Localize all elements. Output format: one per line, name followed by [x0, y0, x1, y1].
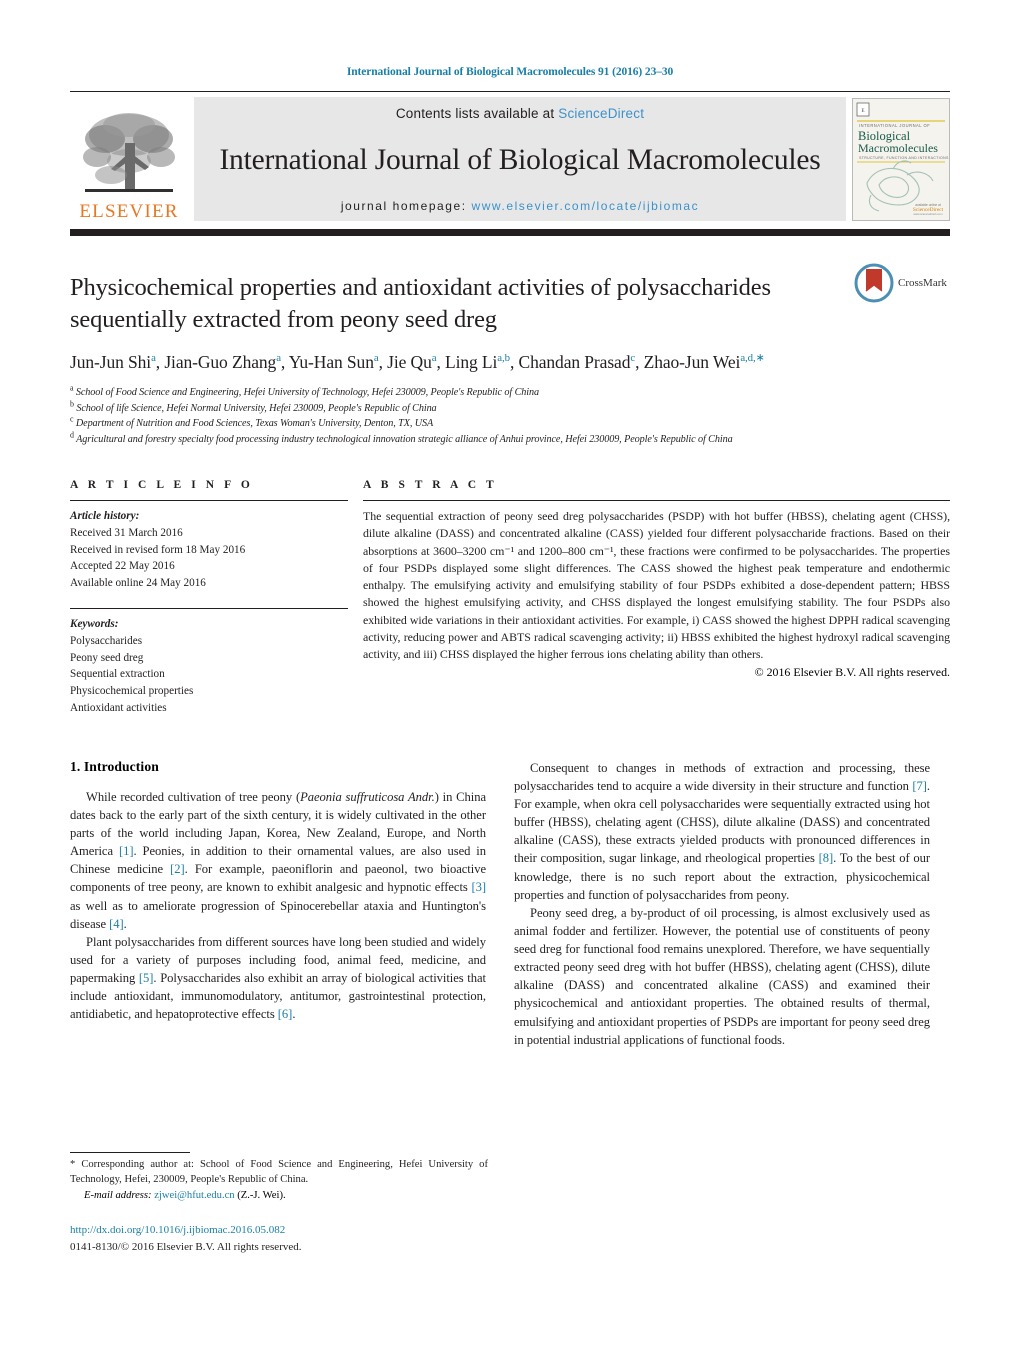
svg-text:STRUCTURE, FUNCTION AND INTERA: STRUCTURE, FUNCTION AND INTERACTIONS	[859, 156, 949, 160]
homepage-prefix: journal homepage:	[340, 199, 472, 213]
elsevier-wordmark: ELSEVIER	[79, 201, 179, 222]
email-line: E-mail address: zjwei@hfut.edu.cn (Z.-J.…	[70, 1190, 488, 1201]
article-info-column: A R T I C L E I N F O Article history: R…	[70, 479, 356, 717]
affiliation-item: d Agricultural and forestry specialty fo…	[70, 430, 733, 445]
abstract-text: The sequential extraction of peony seed …	[363, 509, 950, 662]
footnote-rule	[70, 1152, 190, 1153]
affiliation-item: c Department of Nutrition and Food Scien…	[70, 414, 434, 430]
body-paragraph: Consequent to changes in methods of extr…	[514, 760, 930, 902]
crossmark-badge[interactable]: CrossMark	[854, 260, 950, 306]
section-heading-introduction: 1. Introduction	[70, 758, 159, 774]
email-suffix: (Z.-J. Wei).	[237, 1189, 286, 1201]
title-block: Physicochemical properties and antioxida…	[70, 263, 950, 447]
journal-title: International Journal of Biological Macr…	[219, 143, 821, 176]
journal-homepage-link[interactable]: www.elsevier.com/locate/ijbiomac	[471, 199, 699, 213]
keywords-label: Keywords:	[70, 618, 119, 631]
crossmark-icon	[854, 263, 894, 303]
journal-header-box: Contents lists available at ScienceDirec…	[194, 97, 846, 221]
body-column-left: 1. Introduction While recorded cultivati…	[70, 759, 486, 1049]
abstract-copyright: © 2016 Elsevier B.V. All rights reserved…	[754, 665, 950, 680]
masthead-bottom-rule	[70, 229, 950, 236]
article-history-item: Received in revised form 18 May 2016	[70, 543, 246, 556]
page-title: Physicochemical properties and antioxida…	[70, 274, 771, 334]
elsevier-tree-icon	[83, 113, 175, 192]
article-history-item: Available online 24 May 2016	[70, 577, 206, 590]
svg-text:INTERNATIONAL JOURNAL OF: INTERNATIONAL JOURNAL OF	[859, 123, 930, 128]
affiliation-item: a School of Food Science and Engineering…	[70, 383, 539, 399]
keyword-item: Polysaccharides	[70, 634, 143, 647]
article-history-item: Received 31 March 2016	[70, 526, 183, 539]
email-label: E-mail address:	[84, 1189, 152, 1201]
body-paragraph: Plant polysaccharides from different sou…	[70, 934, 486, 1022]
affiliation-list: a School of Food Science and Engineering…	[70, 383, 950, 447]
info-abstract-row: A R T I C L E I N F O Article history: R…	[70, 479, 950, 717]
abstract-rule	[363, 500, 950, 502]
doi-block: http://dx.doi.org/10.1016/j.ijbiomac.201…	[70, 1222, 302, 1255]
left-paragraphs: While recorded cultivation of tree peony…	[70, 788, 486, 1024]
keywords-block: Keywords: Polysaccharides Peony seed dreg…	[70, 608, 348, 717]
keywords-items: Polysaccharides Peony seed dreg Sequential…	[70, 633, 348, 717]
keyword-item: Physicochemical properties	[70, 685, 194, 698]
paper-page: International Journal of Biological Macr…	[0, 0, 1020, 1351]
keywords-rule	[70, 608, 348, 610]
article-history-block: Article history: Received 31 March 2016 R…	[70, 508, 348, 592]
journal-homepage-line: journal homepage: www.elsevier.com/locat…	[341, 199, 699, 213]
affiliation-item: b School of life Science, Hefei Normal U…	[70, 399, 437, 414]
keyword-item: Sequential extraction	[70, 668, 165, 681]
doi-link[interactable]: http://dx.doi.org/10.1016/j.ijbiomac.201…	[70, 1222, 302, 1239]
crossmark-label: CrossMark	[898, 277, 947, 289]
corresponding-author-footnote: * Corresponding author at: School of Foo…	[70, 1152, 488, 1201]
svg-text:E: E	[861, 109, 864, 114]
elsevier-logo: ELSEVIER	[70, 96, 188, 223]
body-paragraph: Peony seed dreg, a by-product of oil pro…	[514, 905, 931, 1047]
corresponding-author-note: * Corresponding author at: School of Foo…	[70, 1159, 488, 1186]
body-columns: 1. Introduction While recorded cultivati…	[70, 759, 950, 1049]
running-head: International Journal of Biological Macr…	[346, 66, 674, 78]
body-column-right: Consequent to changes in methods of extr…	[514, 759, 930, 1049]
abstract-heading: A B S T R A C T	[363, 479, 498, 492]
contents-available-line: Contents lists available at ScienceDirec…	[396, 106, 644, 121]
keyword-item: Peony seed dreg	[70, 651, 144, 664]
contents-prefix: Contents lists available at	[395, 106, 559, 121]
article-history-items: Received 31 March 2016 Received in revise…	[70, 525, 348, 592]
body-paragraph: While recorded cultivation of tree peony…	[70, 789, 487, 931]
abstract-column: A B S T R A C T The sequential extractio…	[356, 479, 950, 717]
article-info-heading: A R T I C L E I N F O	[70, 479, 254, 492]
author-list: Jun-Jun Shia, Jian-Guo Zhanga, Yu-Han Su…	[70, 351, 765, 372]
cover-artwork: E INTERNATIONAL JOURNAL OF Biological Ma…	[853, 99, 949, 220]
svg-text:Macromolecules: Macromolecules	[858, 141, 938, 155]
article-info-rule	[70, 500, 348, 502]
journal-cover-thumbnail: E INTERNATIONAL JOURNAL OF Biological Ma…	[852, 98, 950, 221]
email-link[interactable]: zjwei@hfut.edu.cn	[154, 1190, 234, 1201]
right-paragraphs: Consequent to changes in methods of extr…	[514, 759, 930, 1049]
svg-text:www.sciencedirect.com: www.sciencedirect.com	[913, 212, 943, 216]
article-history-item: Accepted 22 May 2016	[70, 560, 175, 573]
keyword-item: Antioxidant activities	[70, 702, 167, 714]
sciencedirect-link[interactable]: ScienceDirect	[558, 106, 644, 121]
issn-copyright-line: 0141-8130/© 2016 Elsevier B.V. All right…	[70, 1240, 302, 1253]
journal-masthead: ELSEVIER Contents lists available at Sci…	[70, 91, 950, 223]
article-history-label: Article history:	[70, 510, 140, 523]
